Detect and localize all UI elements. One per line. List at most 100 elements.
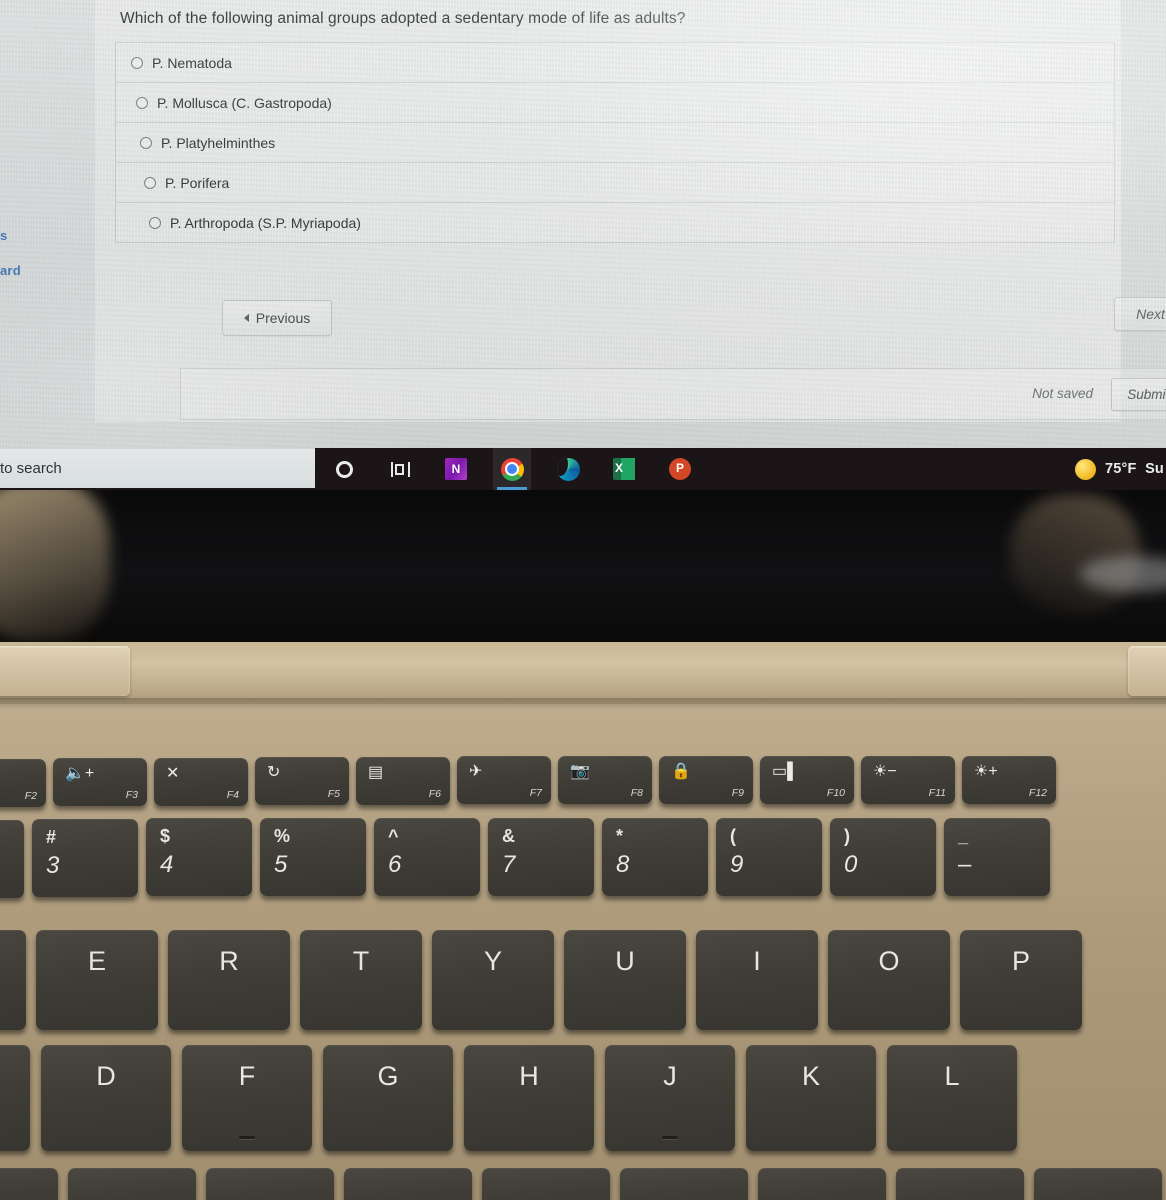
key-f8[interactable]: 📷 F8	[558, 756, 652, 804]
key-i[interactable]: I	[696, 930, 818, 1030]
radio-button-icon[interactable]	[131, 56, 143, 69]
answer-option-label: P. Arthropoda (S.P. Myriapoda)	[170, 214, 361, 231]
key-–[interactable]: _ –	[944, 818, 1050, 896]
taskbar-weather-widget[interactable]: 75°F Su	[1075, 448, 1166, 490]
answer-option-label: P. Platyhelminthes	[161, 134, 276, 151]
key-shift-legend: ^	[388, 826, 399, 846]
key-e[interactable]: E	[36, 930, 158, 1030]
key-6[interactable]: ^ 6	[374, 818, 480, 896]
key-h[interactable]: H	[464, 1045, 594, 1151]
key-bottom-row-partial[interactable]	[896, 1168, 1024, 1200]
answer-option[interactable]: P. Nematoda	[116, 42, 1114, 82]
taskbar-task-view-button[interactable]	[381, 448, 419, 490]
submit-quiz-button[interactable]: Submit Quiz	[1111, 378, 1166, 411]
chrome-icon	[500, 457, 524, 481]
key-bottom-row-partial[interactable]	[758, 1168, 886, 1200]
touchpad-toggle-icon: ▤	[368, 763, 384, 781]
bezel-reflection	[1010, 494, 1140, 614]
key-2[interactable]: @2	[0, 820, 24, 898]
key-l[interactable]: L	[887, 1045, 1017, 1151]
key-g[interactable]: G	[323, 1045, 453, 1151]
key-y[interactable]: Y	[432, 930, 554, 1030]
brightness-down-icon: ☀−	[873, 763, 897, 780]
powerpoint-icon	[669, 458, 691, 480]
key-s[interactable]: S	[0, 1045, 30, 1151]
radio-button-icon[interactable]	[136, 96, 148, 109]
key-p[interactable]: P	[960, 930, 1082, 1030]
key-d[interactable]: D	[41, 1045, 171, 1151]
answer-option[interactable]: P. Mollusca (C. Gastropoda)	[116, 82, 1114, 122]
key-legend: 6	[388, 851, 402, 878]
key-f10[interactable]: ▭▌ F10	[760, 756, 854, 804]
key-legend: F8	[630, 787, 643, 799]
key-5[interactable]: % 5	[260, 818, 366, 896]
display-switch-icon: ▭▌	[772, 763, 799, 780]
radio-button-icon[interactable]	[144, 176, 156, 189]
key-bottom-row-partial[interactable]	[620, 1168, 748, 1200]
previous-question-button[interactable]: Previous	[222, 300, 332, 336]
taskbar-cortana-button[interactable]	[325, 448, 363, 490]
radio-button-icon[interactable]	[149, 216, 161, 229]
key-legend: F	[238, 1061, 256, 1091]
key-shift-legend: $	[160, 826, 171, 846]
laptop-screen: s ard Which of the following animal grou…	[0, 0, 1166, 490]
question-text: Which of the following animal groups ado…	[120, 10, 686, 27]
weather-condition: Su	[1145, 461, 1164, 477]
key-3[interactable]: #3	[32, 819, 138, 897]
key-0[interactable]: ) 0	[830, 818, 936, 896]
camera-off-icon: 📷	[570, 763, 590, 780]
key-f4[interactable]: ✕ F4	[154, 757, 248, 806]
answer-option[interactable]: P. Platyhelminthes	[116, 122, 1114, 162]
answer-option[interactable]: P. Porifera	[116, 162, 1114, 202]
taskbar-chrome-button[interactable]	[493, 448, 531, 490]
volume-up-icon: 🔈+	[65, 765, 95, 783]
laptop-keyboard: 🔈−F2🔈+F3✕F4↻F5▤F6✈F7📷F8🔒F9▭▌F10☀−F11☀+F1…	[0, 700, 1166, 1200]
key-bottom-row-partial[interactable]	[68, 1168, 196, 1200]
quiz-footer-bar: Not saved Submit Quiz	[180, 368, 1166, 420]
key-7[interactable]: & 7	[488, 818, 594, 896]
key-bottom-row-partial[interactable]	[344, 1168, 472, 1200]
key-f5[interactable]: ↻ F5	[255, 757, 349, 806]
answer-option-label: P. Porifera	[165, 174, 230, 191]
screen-bezel	[0, 490, 1166, 642]
key-legend: F6	[428, 787, 441, 800]
key-bottom-row-partial[interactable]	[206, 1168, 334, 1200]
key-t[interactable]: T	[300, 930, 422, 1030]
taskbar-excel-button[interactable]	[605, 448, 643, 490]
key-o[interactable]: O	[828, 930, 950, 1030]
cortana-circle-icon	[335, 460, 353, 478]
key-f11[interactable]: ☀− F11	[861, 756, 955, 804]
next-button-label: Next	[1136, 306, 1165, 322]
key-9[interactable]: (9	[716, 818, 822, 896]
key-f2[interactable]: 🔈−F2	[0, 759, 46, 807]
sidebar-fragment-bottom: ard	[0, 263, 21, 278]
taskbar-onenote-button[interactable]: N	[437, 448, 475, 490]
taskbar-edge-button[interactable]	[549, 448, 587, 490]
key-bottom-row-partial[interactable]	[0, 1168, 58, 1200]
radio-button-icon[interactable]	[140, 136, 152, 149]
key-r[interactable]: R	[168, 930, 290, 1030]
key-j[interactable]: J	[605, 1045, 735, 1151]
key-4[interactable]: $4	[146, 818, 252, 896]
answer-option[interactable]: P. Arthropoda (S.P. Myriapoda)	[116, 202, 1114, 242]
microphone-mute-icon: ✕	[166, 764, 180, 782]
key-bottom-row-partial[interactable]	[1034, 1168, 1162, 1200]
next-question-button[interactable]: Next	[1114, 297, 1166, 331]
key-f12[interactable]: ☀+ F12	[962, 756, 1056, 804]
key-bottom-row-partial[interactable]	[482, 1168, 610, 1200]
key-legend: U	[615, 946, 635, 976]
key-f9[interactable]: 🔒 F9	[659, 756, 753, 804]
key-f[interactable]: F	[182, 1045, 312, 1151]
key-f6[interactable]: ▤ F6	[356, 756, 450, 805]
key-legend: J	[663, 1061, 677, 1091]
key-k[interactable]: K	[746, 1045, 876, 1151]
taskbar-powerpoint-button[interactable]	[661, 448, 699, 490]
key-f7[interactable]: ✈ F7	[457, 756, 551, 804]
key-w[interactable]: W	[0, 930, 26, 1030]
taskbar-search-input[interactable]: to search	[0, 448, 315, 488]
key-f3[interactable]: 🔈+ F3	[53, 758, 147, 807]
key-8[interactable]: * 8	[602, 818, 708, 896]
key-legend: 4	[160, 851, 174, 878]
key-u[interactable]: U	[564, 930, 686, 1030]
laptop-hinge	[0, 642, 1166, 704]
